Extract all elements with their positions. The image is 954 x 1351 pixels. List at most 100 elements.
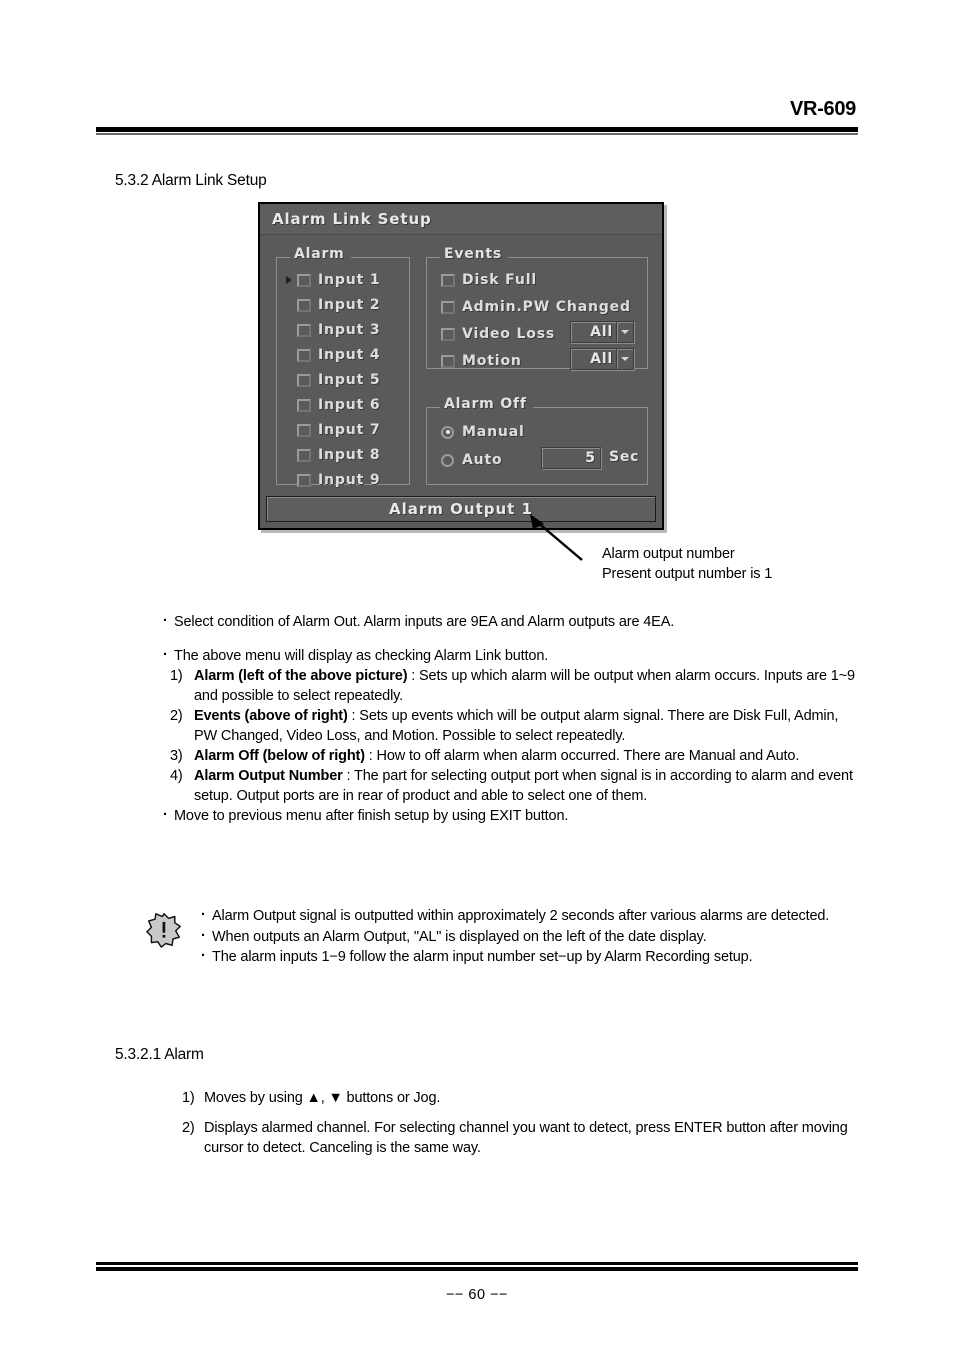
- label-video-loss: Video Loss: [462, 326, 556, 342]
- cursor-triangle-icon: [286, 276, 292, 284]
- events-group: Events Disk Full Admin.PW Changed Video …: [426, 246, 648, 370]
- sub-item-2-number: 2): [182, 1120, 195, 1136]
- events-group-legend: Events: [440, 246, 508, 262]
- checkbox-motion[interactable]: [441, 354, 455, 368]
- list-item-1: 1) Alarm (left of the above picture) : S…: [170, 666, 862, 706]
- seconds-unit-label: Sec: [609, 449, 640, 465]
- checkbox-row-input-5[interactable]: Input 5: [297, 371, 380, 389]
- list-item-3: 3) Alarm Off (below of right) : How to o…: [170, 746, 862, 766]
- note-block: Alarm Output signal is outputted within …: [146, 905, 862, 968]
- list-item-2-number: 2): [170, 708, 183, 724]
- bullet-1: Select condition of Alarm Out. Alarm inp…: [162, 611, 862, 632]
- callout-line-2: Present output number is 1: [602, 566, 773, 582]
- list-item-3-number: 3): [170, 748, 183, 764]
- radio-auto[interactable]: [441, 453, 454, 467]
- model-name: VR-609: [789, 98, 856, 120]
- checkbox-row-admin-pw-changed[interactable]: Admin.PW Changed: [441, 298, 631, 316]
- alarm-output-label: Alarm Output 1: [389, 500, 533, 518]
- label-auto: Auto: [462, 452, 503, 468]
- callout-line-1: Alarm output number: [602, 546, 735, 562]
- list-item-1-term: Alarm (left of the above picture): [194, 668, 408, 684]
- alarm-off-group-legend: Alarm Off: [440, 396, 533, 412]
- checkbox-input-9[interactable]: [297, 473, 311, 487]
- list-item-4-number: 4): [170, 768, 183, 784]
- dropdown-video-loss-channel[interactable]: All: [570, 321, 634, 343]
- chevron-down-icon[interactable]: [616, 322, 633, 342]
- label-motion: Motion: [462, 353, 522, 369]
- label-manual: Manual: [462, 424, 525, 440]
- checkbox-input-8[interactable]: [297, 448, 311, 462]
- note-line-2: When outputs an Alarm Output, "AL" is di…: [200, 926, 862, 948]
- page-header: VR-609: [96, 96, 858, 135]
- callout-text: Alarm output number Present output numbe…: [602, 544, 772, 584]
- checkbox-admin-pw-changed[interactable]: [441, 300, 455, 314]
- checkbox-row-input-6[interactable]: Input 6: [297, 396, 380, 414]
- list-item-1-number: 1): [170, 668, 183, 684]
- list-item-4: 4) Alarm Output Number : The part for se…: [170, 766, 862, 806]
- checkbox-input-6[interactable]: [297, 398, 311, 412]
- sub-item-1-number: 1): [182, 1090, 195, 1106]
- page-footer: −− 60 −−: [96, 1262, 858, 1303]
- checkbox-row-input-7[interactable]: Input 7: [297, 421, 380, 439]
- auto-seconds-field[interactable]: 5: [541, 447, 601, 469]
- bullet-3: Move to previous menu after finish setup…: [162, 805, 862, 826]
- radio-row-manual[interactable]: Manual: [441, 423, 525, 441]
- checkbox-row-input-4[interactable]: Input 4: [297, 346, 380, 364]
- checkbox-row-motion[interactable]: Motion: [441, 352, 522, 370]
- checkbox-row-disk-full[interactable]: Disk Full: [441, 271, 537, 289]
- alarm-output-button[interactable]: Alarm Output 1: [266, 496, 656, 522]
- checkbox-row-input-8[interactable]: Input 8: [297, 446, 380, 464]
- note-line-1: Alarm Output signal is outputted within …: [200, 905, 862, 927]
- label-input-3: Input 3: [318, 322, 381, 338]
- checkbox-row-video-loss[interactable]: Video Loss: [441, 325, 555, 343]
- list-item-2: 2) Events (above of right) : Sets up eve…: [170, 706, 862, 746]
- dropdown-motion-channel[interactable]: All: [570, 348, 634, 370]
- checkbox-video-loss[interactable]: [441, 327, 455, 341]
- list-item-4-term: Alarm Output Number: [194, 768, 343, 784]
- alarm-link-setup-screenshot: Alarm Link Setup Alarm Input 1 Input 2 I…: [258, 202, 670, 536]
- dialog-title: Alarm Link Setup: [272, 210, 432, 228]
- page-number: −− 60 −−: [445, 1287, 509, 1303]
- note-list: Alarm Output signal is outputted within …: [200, 905, 862, 968]
- sub-item-2: 2) Displays alarmed channel. For selecti…: [182, 1118, 862, 1158]
- sub-item-2-text: Displays alarmed channel. For selecting …: [204, 1120, 848, 1156]
- dropdown-motion-value: All: [590, 351, 613, 367]
- note-line-3: The alarm inputs 1−9 follow the alarm in…: [200, 946, 862, 968]
- checkbox-row-input-9[interactable]: Input 9: [297, 471, 380, 489]
- sub-item-1-text: Moves by using ▲, ▼ buttons or Jog.: [204, 1090, 441, 1106]
- label-input-6: Input 6: [318, 397, 381, 413]
- section-heading-532: 5.3.2 Alarm Link Setup: [115, 172, 267, 189]
- callout-arrow-icon: [530, 514, 583, 561]
- checkbox-input-1[interactable]: [297, 273, 311, 287]
- checkbox-input-7[interactable]: [297, 423, 311, 437]
- alarm-group-legend: Alarm: [290, 246, 351, 262]
- bullet-2: The above menu will display as checking …: [162, 645, 862, 666]
- radio-manual[interactable]: [441, 425, 454, 439]
- checkbox-input-2[interactable]: [297, 298, 311, 312]
- dialog-body: Alarm Input 1 Input 2 Input 3 Input 4 In…: [260, 235, 662, 497]
- label-input-2: Input 2: [318, 297, 381, 313]
- list-item-2-term: Events (above of right): [194, 708, 348, 724]
- alarm-link-setup-dialog: Alarm Link Setup Alarm Input 1 Input 2 I…: [258, 202, 664, 530]
- footer-divider: [96, 1262, 858, 1271]
- checkbox-input-4[interactable]: [297, 348, 311, 362]
- sub-item-1: 1) Moves by using ▲, ▼ buttons or Jog.: [182, 1088, 862, 1108]
- label-admin-pw-changed: Admin.PW Changed: [462, 299, 631, 315]
- label-input-8: Input 8: [318, 447, 381, 463]
- checkbox-input-5[interactable]: [297, 373, 311, 387]
- label-input-1: Input 1: [318, 272, 381, 288]
- radio-row-auto[interactable]: Auto: [441, 451, 503, 469]
- dropdown-video-loss-value: All: [590, 324, 613, 340]
- label-input-5: Input 5: [318, 372, 381, 388]
- label-input-7: Input 7: [318, 422, 381, 438]
- list-item-3-term: Alarm Off (below of right): [194, 748, 365, 764]
- checkbox-disk-full[interactable]: [441, 273, 455, 287]
- checkbox-input-3[interactable]: [297, 323, 311, 337]
- list-item-3-text: : How to off alarm when alarm occurred. …: [364, 748, 800, 764]
- checkbox-row-input-1[interactable]: Input 1: [286, 271, 381, 289]
- checkbox-row-input-2[interactable]: Input 2: [297, 296, 380, 314]
- body-text: Select condition of Alarm Out. Alarm inp…: [162, 611, 862, 826]
- checkbox-row-input-3[interactable]: Input 3: [297, 321, 380, 339]
- chevron-down-icon[interactable]: [616, 349, 633, 369]
- label-input-4: Input 4: [318, 347, 381, 363]
